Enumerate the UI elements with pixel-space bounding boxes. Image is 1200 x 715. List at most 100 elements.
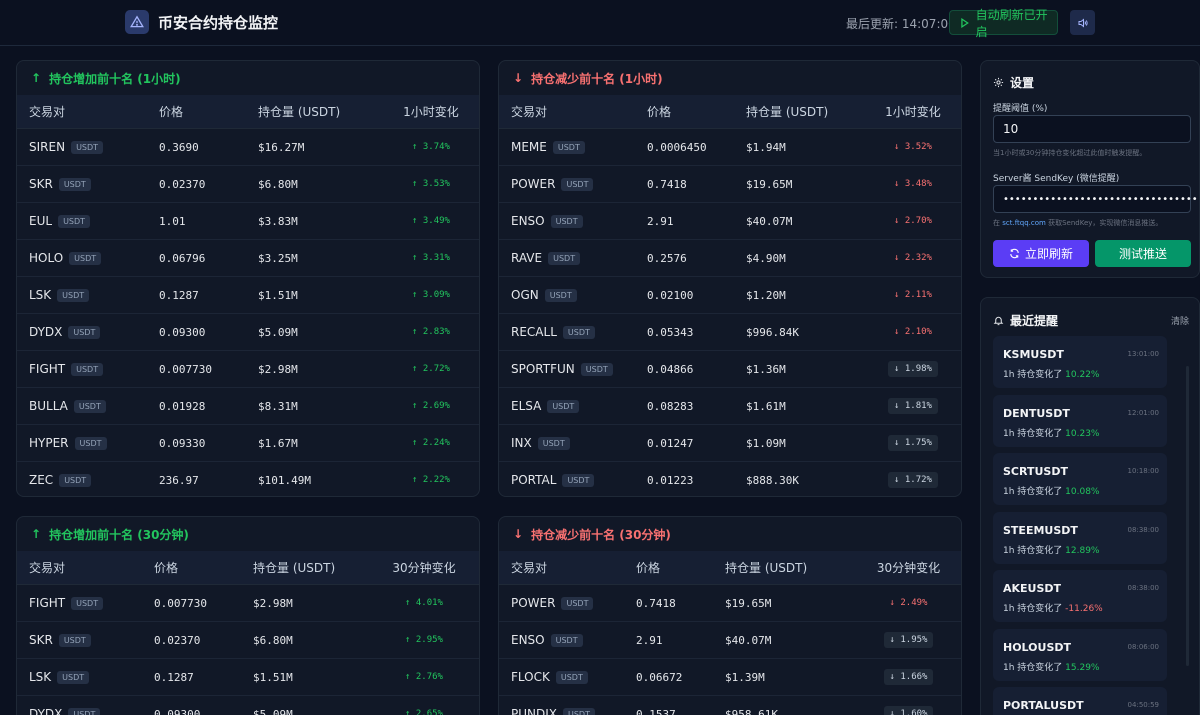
threshold-label: 提醒阈值 (%) [993,104,1048,114]
settings-panel: 设置 提醒阈值 (%) 10 当1小时或30分钟持仓变化超过此值时触发提醒。 S… [980,60,1200,278]
table-row[interactable]: POWER USDT 0.7418 $19.65M ↓ 2.49% [499,585,961,622]
alert-time: 04:50:59 [1127,701,1159,709]
speaker-icon [1078,17,1088,28]
col-symbol: 交易对 [29,561,66,575]
alert-item[interactable]: KSMUSDT 13:01:00 1h 持仓变化了 10.22% [993,336,1167,388]
price: 0.06672 [636,670,683,684]
change-cell: ↓ 2.10% [863,327,961,337]
symbol-cell: SKR USDT [17,177,159,191]
table-row[interactable]: OGN USDT 0.02100 $1.20M ↓ 2.11% [499,277,961,314]
table-row[interactable]: HYPER USDT 0.09330 $1.67M ↑ 2.24% [17,425,479,462]
table-row[interactable]: RAVE USDT 0.2576 $4.90M ↓ 2.32% [499,240,961,277]
quote-badge: USDT [69,252,102,265]
table-row[interactable]: SIREN USDT 0.3690 $16.27M ↑ 3.74% [17,129,479,166]
price: 0.06796 [159,251,206,265]
alert-desc: 1h 持仓变化了 10.22% [1003,370,1100,380]
threshold-input[interactable]: 10 [993,115,1191,143]
table-row[interactable]: PUNDIX USDT 0.1537 $958.61K ↓ 1.60% [499,696,961,715]
table-row[interactable]: FIGHT USDT 0.007730 $2.98M ↑ 4.01% [17,585,479,622]
change-value: ↑ 2.83% [412,327,450,337]
table-row[interactable]: SKR USDT 0.02370 $6.80M ↑ 3.53% [17,166,479,203]
table-row[interactable]: LSK USDT 0.1287 $1.51M ↑ 3.09% [17,277,479,314]
alert-item[interactable]: HOLOUSDT 08:06:00 1h 持仓变化了 15.29% [993,628,1167,681]
table-row[interactable]: SPORTFUN USDT 0.04866 $1.36M ↓ 1.98% [499,351,961,388]
table-row[interactable]: EUL USDT 1.01 $3.83M ↑ 3.49% [17,203,479,240]
table-row[interactable]: FIGHT USDT 0.007730 $2.98M ↑ 2.72% [17,351,479,388]
change-value: ↑ 2.24% [412,438,450,448]
table-row[interactable]: ENSO USDT 2.91 $40.07M ↓ 1.95% [499,622,961,659]
symbol: POWER [511,177,556,191]
change-cell: ↓ 1.72% [863,472,961,488]
quote-badge: USDT [73,400,106,413]
table-row[interactable]: DYDX USDT 0.09300 $5.09M ↑ 2.65% [17,696,479,715]
symbol: SKR [29,177,53,191]
symbol: LSK [29,288,52,302]
open-interest: $3.25M [258,251,298,265]
table-row[interactable]: LSK USDT 0.1287 $1.51M ↑ 2.76% [17,659,479,696]
quote-badge: USDT [58,634,91,647]
alert-item[interactable]: PORTALUSDT 04:50:59 [993,687,1167,715]
table-row[interactable]: ZEC USDT 236.97 $101.49M ↑ 2.22% [17,462,479,496]
table-row[interactable]: ELSA USDT 0.08283 $1.61M ↓ 1.81% [499,388,961,425]
arrow-down-icon: ↓ [513,527,524,541]
price: 2.91 [636,633,663,647]
symbol: POWER [511,596,556,610]
quote-badge: USDT [57,289,90,302]
change-value: ↓ 1.75% [888,435,938,451]
alert-item[interactable]: AKEUSDT 08:38:00 1h 持仓变化了 -11.26% [993,570,1167,622]
open-interest: $19.65M [746,177,793,191]
alerts-scrollbar[interactable] [1186,366,1189,666]
alert-item[interactable]: SCRTUSDT 10:18:00 1h 持仓变化了 10.08% [993,453,1167,505]
table-row[interactable]: HOLO USDT 0.06796 $3.25M ↑ 3.31% [17,240,479,277]
symbol: RAVE [511,251,543,265]
sendkey-input[interactable]: •••••••••••••••••••••••••••••••••• [993,185,1199,213]
table-row[interactable]: RECALL USDT 0.05343 $996.84K ↓ 2.10% [499,314,961,351]
open-interest: $8.31M [258,399,298,413]
change-value: ↑ 3.74% [412,142,450,152]
refresh-icon [1010,248,1019,259]
sound-toggle-button[interactable] [1070,10,1095,35]
change-cell: ↑ 3.09% [381,290,479,300]
alert-desc: 1h 持仓变化了 10.23% [1003,428,1100,439]
table-row[interactable]: ENSO USDT 2.91 $40.07M ↓ 2.70% [499,203,961,240]
open-interest: $1.94M [746,140,786,154]
change-value: ↑ 2.22% [412,475,450,485]
change-value: ↓ 2.32% [894,253,932,263]
symbol: BULLA [29,399,68,413]
refresh-now-button[interactable]: 立即刷新 [993,240,1089,267]
table-row[interactable]: BULLA USDT 0.01928 $8.31M ↑ 2.69% [17,388,479,425]
alert-item[interactable]: DENTUSDT 12:01:00 1h 持仓变化了 10.23% [993,394,1167,447]
change-value: ↓ 1.60% [883,706,934,715]
change-cell: ↓ 1.66% [854,669,961,685]
alert-value: 10.08% [1065,487,1100,497]
sendkey-label: Server酱 SendKey (微信提醒) [993,174,1120,184]
app-title: 币安合约持仓监控 [158,14,279,32]
logo [125,10,149,34]
open-interest: $6.80M [253,633,293,647]
symbol: ELSA [511,399,542,413]
auto-refresh-toggle[interactable]: 自动刷新已开启 [949,8,1058,39]
threshold-hint: 当1小时或30分钟持仓变化超过此值时触发提醒。 [993,149,1147,157]
clear-alerts-button[interactable]: 清除 [1171,314,1189,327]
table-row[interactable]: DYDX USDT 0.09300 $5.09M ↑ 2.83% [17,314,479,351]
table-row[interactable]: SKR USDT 0.02370 $6.80M ↑ 2.95% [17,622,479,659]
table-row[interactable]: FLOCK USDT 0.06672 $1.39M ↓ 1.66% [499,659,961,696]
symbol-cell: ELSA USDT [499,399,647,413]
symbol-cell: FIGHT USDT [17,596,154,610]
quote-badge: USDT [562,326,595,339]
alert-symbol: KSMUSDT [1003,348,1064,361]
table-row[interactable]: POWER USDT 0.7418 $19.65M ↓ 3.48% [499,166,961,203]
change-cell: ↑ 2.76% [367,672,479,682]
table-row[interactable]: INX USDT 0.01247 $1.09M ↓ 1.75% [499,425,961,462]
table-header: 交易对 价格 持仓量 (USDT) 30分钟变化 [499,551,961,585]
test-push-button[interactable]: 测试推送 [1095,240,1191,267]
symbol: INX [511,436,532,450]
open-interest: $958.61K [725,707,778,715]
play-icon [961,17,969,28]
panel-increase-1h: ↑ 持仓增加前十名 (1小时) 交易对 价格 持仓量 (USDT) 1小时变化 … [16,60,480,497]
alert-time: 12:01:00 [1127,408,1159,417]
sendkey-link[interactable]: sct.ftqq.com [1002,219,1046,227]
alert-item[interactable]: STEEMUSDT 08:38:00 1h 持仓变化了 12.89% [993,511,1167,564]
table-row[interactable]: MEME USDT 0.0006450 $1.94M ↓ 3.52% [499,129,961,166]
table-row[interactable]: PORTAL USDT 0.01223 $888.30K ↓ 1.72% [499,462,961,496]
